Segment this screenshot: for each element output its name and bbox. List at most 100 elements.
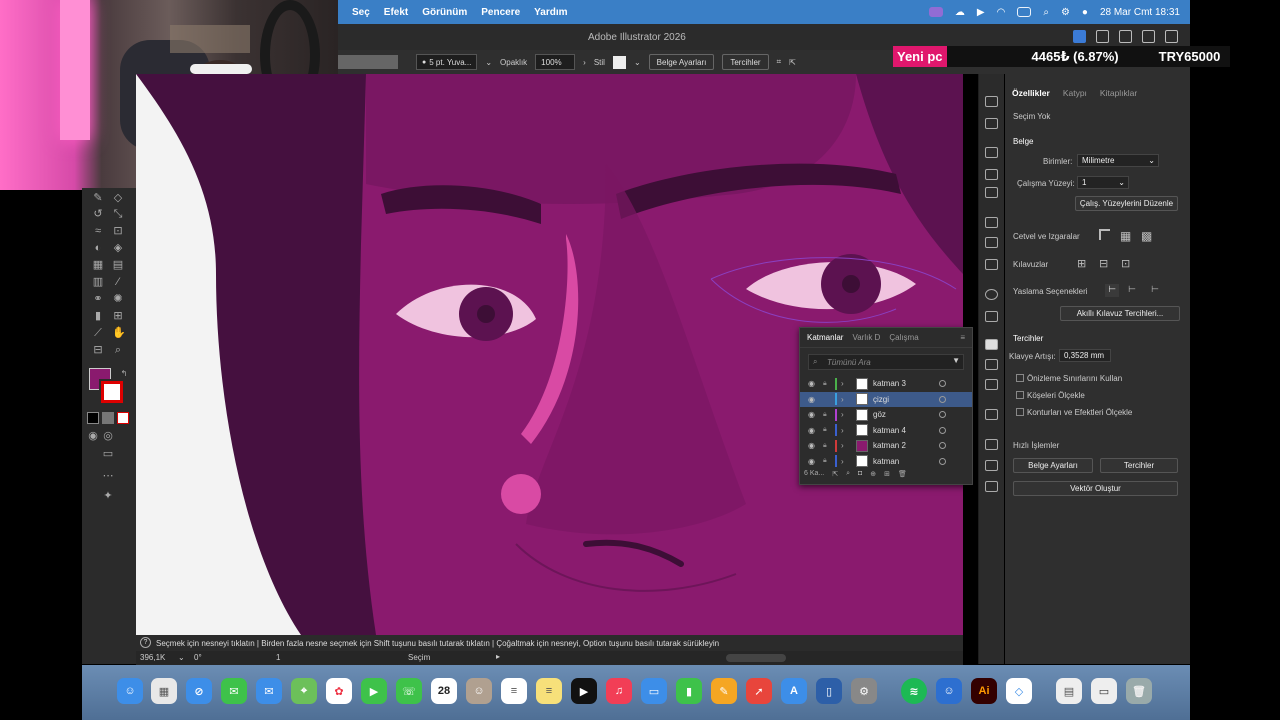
artboard-select[interactable]: 1 ⌄ xyxy=(1077,176,1129,189)
music-icon[interactable]: ♫ xyxy=(606,678,632,704)
target-icon[interactable] xyxy=(939,426,946,434)
phone-icon[interactable]: ☏ xyxy=(396,678,422,704)
smart-guide-prefs-button[interactable]: Akıllı Kılavuz Tercihleri... xyxy=(1060,306,1180,321)
preferences-button[interactable]: Tercihler xyxy=(722,54,769,70)
slice-tool-icon[interactable]: ⟋ xyxy=(92,327,104,339)
layer-name[interactable]: katman 4 xyxy=(873,426,906,435)
scale-tool-icon[interactable]: ⤡ xyxy=(112,208,124,220)
target-icon[interactable] xyxy=(939,395,946,403)
gradient-icon[interactable] xyxy=(985,237,998,248)
cloud-icon[interactable]: ☁ xyxy=(955,7,965,18)
hand-tool-icon[interactable]: ✋ xyxy=(112,327,126,339)
transparency-grid-icon[interactable]: ▩ xyxy=(1141,229,1152,243)
new-sublayer-icon[interactable]: ⊕ xyxy=(870,470,876,478)
zoom-level[interactable]: 396,1K xyxy=(140,653,165,662)
chevron-down-icon[interactable]: ⌄ xyxy=(634,58,641,67)
tab-properties[interactable]: Özellikler xyxy=(1012,88,1050,98)
settings-icon[interactable]: ⚙ xyxy=(851,678,877,704)
notes-icon[interactable]: ≡ xyxy=(536,678,562,704)
scale-strokes-checkbox[interactable] xyxy=(1016,408,1024,416)
live-paint-icon[interactable]: ◈ xyxy=(112,242,124,254)
blend-tool-icon[interactable]: ⚭ xyxy=(92,293,104,305)
style-swatch[interactable] xyxy=(612,55,626,69)
eraser-tool-icon[interactable]: ◇ xyxy=(112,192,124,204)
graph-tool-icon[interactable]: ▮ xyxy=(92,310,104,322)
zoom-tool-icon[interactable]: ⌕ xyxy=(112,344,124,356)
panel-icon[interactable] xyxy=(1165,30,1178,43)
menu-select[interactable]: Seç xyxy=(352,7,370,18)
snap-point-icon[interactable]: ⊢ xyxy=(1105,284,1119,297)
launchpad-icon[interactable]: ▦ xyxy=(151,678,177,704)
ruler-icon[interactable] xyxy=(1099,229,1110,240)
layers-search-input[interactable]: ⌕ Tümünü Ara ▼ xyxy=(808,354,964,370)
none-mode-icon[interactable] xyxy=(117,412,129,424)
symbols-icon[interactable] xyxy=(985,439,998,450)
align-icon[interactable] xyxy=(985,147,998,158)
stroke-dropdown[interactable]: ● 5 pt. Yuva... xyxy=(416,54,478,70)
layer-name[interactable]: göz xyxy=(873,410,886,419)
color-icon[interactable] xyxy=(985,259,998,270)
stroke-icon[interactable] xyxy=(985,217,998,228)
filter-icon[interactable]: ▼ xyxy=(952,356,960,365)
shaper-tool-icon[interactable]: ✎ xyxy=(92,192,104,204)
preview-icon[interactable]: ▯ xyxy=(816,678,842,704)
maps-icon[interactable]: ⌖ xyxy=(291,678,317,704)
trash-icon[interactable]: 🗑︎ xyxy=(1126,678,1152,704)
free-transform-icon[interactable]: ⊡ xyxy=(112,225,124,237)
rotate-tool-icon[interactable]: ↺ xyxy=(92,208,104,220)
lock-guides-icon[interactable]: ⊟ xyxy=(1099,257,1108,270)
gradient-tool-icon[interactable]: ▥ xyxy=(92,276,104,288)
play-icon[interactable]: ▶ xyxy=(977,7,985,18)
perspective-grid-icon[interactable]: ▦ xyxy=(92,259,104,271)
brush-icon[interactable] xyxy=(1096,30,1109,43)
expand-icon[interactable]: › xyxy=(841,457,844,466)
play-icon[interactable]: ▸ xyxy=(496,652,500,661)
stroke-color-swatch[interactable] xyxy=(99,379,125,405)
visibility-icon[interactable]: ◉ xyxy=(808,426,815,435)
workspace-icon[interactable] xyxy=(1142,30,1155,43)
chevron-right-icon[interactable]: › xyxy=(583,58,586,67)
expand-icon[interactable]: › xyxy=(841,410,844,419)
menu-effect[interactable]: Efekt xyxy=(384,7,408,18)
chevron-down-icon[interactable]: ⌄ xyxy=(178,653,185,662)
lock-icon[interactable]: 🔒︎ xyxy=(823,411,827,419)
gradient-mode-icon[interactable] xyxy=(102,412,114,424)
tab-artboards[interactable]: Çalışma xyxy=(889,333,918,342)
siri-icon[interactable]: ● xyxy=(1082,7,1088,18)
print-tiling-icon[interactable]: ⊟ xyxy=(92,344,104,356)
target-icon[interactable] xyxy=(939,442,946,450)
tab-layers[interactable]: Katmanlar xyxy=(807,333,843,342)
layer-row[interactable]: ◉ 🔒︎ › katman 4 xyxy=(800,423,972,439)
screen-record-icon[interactable] xyxy=(928,7,943,17)
contacts-icon[interactable]: ☺ xyxy=(466,678,492,704)
screen-mode-icon[interactable]: ▭ xyxy=(102,448,114,460)
battery-icon[interactable] xyxy=(1017,7,1032,17)
delete-layer-icon[interactable]: 🗑︎ xyxy=(898,470,907,478)
warp-tool-icon[interactable]: ≈ xyxy=(92,225,104,237)
tab-assets[interactable]: Varlık D xyxy=(852,333,880,342)
artboard-tool-icon[interactable]: ⊞ xyxy=(112,310,124,322)
edit-artboards-button[interactable]: Çalış. Yüzeylerini Düzenle xyxy=(1075,196,1178,211)
export-icon[interactable]: ⇱ xyxy=(789,58,796,67)
help-icon[interactable]: ? xyxy=(140,637,151,648)
quick-doc-settings-button[interactable]: Belge Ayarları xyxy=(1013,458,1093,473)
visibility-icon[interactable]: ◉ xyxy=(808,410,815,419)
numbers-icon[interactable]: ▮ xyxy=(676,678,702,704)
spotify-icon[interactable]: ≋ xyxy=(901,678,927,704)
calendar-icon[interactable]: 28 xyxy=(431,678,457,704)
mesh-tool-icon[interactable]: ▤ xyxy=(112,259,124,271)
messages-icon[interactable]: ✉ xyxy=(221,678,247,704)
mail-icon[interactable]: ✉ xyxy=(256,678,282,704)
snap-glyph-icon[interactable]: ⊢ xyxy=(1151,284,1159,295)
smart-guides-icon[interactable]: ⊡ xyxy=(1121,257,1130,270)
fill-swatch[interactable] xyxy=(338,55,398,69)
layer-name[interactable]: katman 3 xyxy=(873,379,906,388)
control-center-icon[interactable]: ⚙ xyxy=(1061,7,1070,18)
lock-icon[interactable]: 🔒︎ xyxy=(823,457,827,465)
lock-icon[interactable]: 🔒︎ xyxy=(823,380,827,388)
layer-row[interactable]: ◉ 🔒︎ › göz xyxy=(800,407,972,423)
arrange-icon[interactable]: ⌗ xyxy=(777,57,782,67)
rotation-value[interactable]: 0° xyxy=(194,653,202,662)
panel-menu-icon[interactable]: ≡ xyxy=(960,333,965,342)
menu-window[interactable]: Pencere xyxy=(481,7,520,18)
